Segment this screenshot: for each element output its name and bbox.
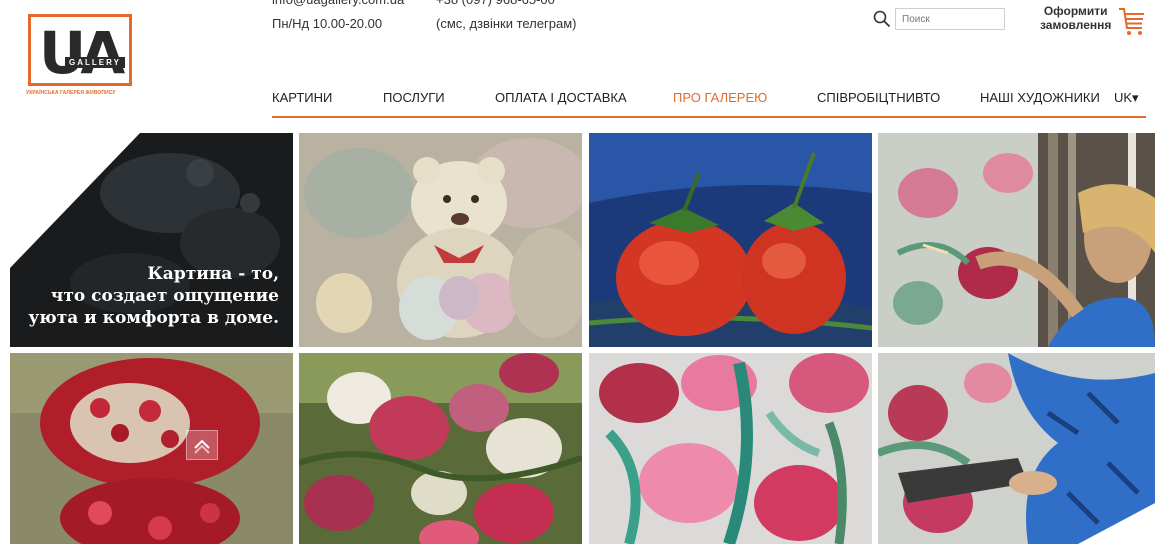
painting-peonies[interactable] [299, 353, 582, 544]
logo-subtext: GALLERY [65, 57, 125, 68]
main-nav: КАРТИНИ ПОСЛУГИ ОПЛАТА І ДОСТАВКА ПРО ГА… [272, 88, 1146, 118]
gallery-grid: Картина - то, что создает ощущение уюта … [0, 133, 1155, 544]
contact-phone-note: (смс, дзвінки телеграм) [436, 16, 577, 31]
search-icon[interactable] [873, 10, 891, 28]
contact-email[interactable]: info@uagallery.com.ua [272, 0, 404, 8]
chevron-up-icon [194, 439, 210, 454]
order-label-line2: замовлення [1040, 18, 1112, 32]
painting-strawberries-image [589, 133, 872, 347]
nav-item-paintings[interactable]: КАРТИНИ [272, 90, 332, 105]
language-switcher[interactable]: UK▾ [1114, 90, 1139, 106]
photo-artist-palette-image [878, 353, 1155, 544]
painting-pomegranates-image [10, 353, 293, 544]
banner-tile[interactable]: Картина - то, что создает ощущение уюта … [10, 133, 293, 347]
logo-frame: UA GALLERY [28, 14, 132, 87]
photo-artist-palette[interactable] [878, 353, 1155, 544]
contact-phone[interactable]: +38 (097) 968-65-00 [436, 0, 555, 8]
nav-item-about-gallery[interactable]: ПРО ГАЛЕРЕЮ [673, 90, 767, 105]
nav-item-payment-delivery[interactable]: ОПЛАТА І ДОСТАВКА [495, 90, 627, 105]
logo-text: UA [39, 19, 125, 87]
painting-peonies-image [299, 353, 582, 544]
logo-caption: УКРАЇНСЬКА ГАЛЕРЕЯ ЖИВОПИСУ [26, 90, 116, 96]
painting-strawberries[interactable] [589, 133, 872, 347]
contact-hours: Пн/Нд 10.00-20.00 [272, 16, 383, 31]
nav-item-services[interactable]: ПОСЛУГИ [383, 90, 445, 105]
cart-icon[interactable] [1118, 6, 1146, 36]
order-label-line1: Оформити [1043, 4, 1108, 18]
banner-line-2: что создает ощущение [50, 286, 279, 306]
logo[interactable]: UA GALLERY УКРАЇНСЬКА ГАЛЕРЕЯ ЖИВОПИСУ [26, 12, 138, 104]
photo-artist-painting[interactable] [878, 133, 1155, 347]
photo-artist-painting-image [878, 133, 1155, 347]
painting-pomegranates[interactable] [10, 353, 293, 544]
painting-abstract-flowers[interactable] [589, 353, 872, 544]
painting-teddy-bears[interactable] [299, 133, 582, 347]
nav-item-cooperation[interactable]: СПІВРОБІЦТНИВТО [817, 90, 940, 105]
search-input[interactable] [895, 8, 1005, 30]
site-header: UA GALLERY УКРАЇНСЬКА ГАЛЕРЕЯ ЖИВОПИСУ i… [0, 0, 1155, 125]
scroll-to-top-button[interactable] [186, 430, 218, 460]
order-link[interactable]: Оформити замовлення [1040, 4, 1111, 32]
painting-teddy-bears-image [299, 133, 582, 347]
painting-abstract-flowers-image [589, 353, 872, 544]
page: UA GALLERY УКРАЇНСЬКА ГАЛЕРЕЯ ЖИВОПИСУ i… [0, 0, 1155, 544]
banner-line-3: уюта и комфорта в доме. [28, 308, 279, 328]
nav-item-our-artists[interactable]: НАШІ ХУДОЖНИКИ [980, 90, 1100, 105]
banner-text: Картина - то, что создает ощущение уюта … [28, 263, 279, 329]
banner-line-1: Картина - то, [147, 264, 279, 284]
